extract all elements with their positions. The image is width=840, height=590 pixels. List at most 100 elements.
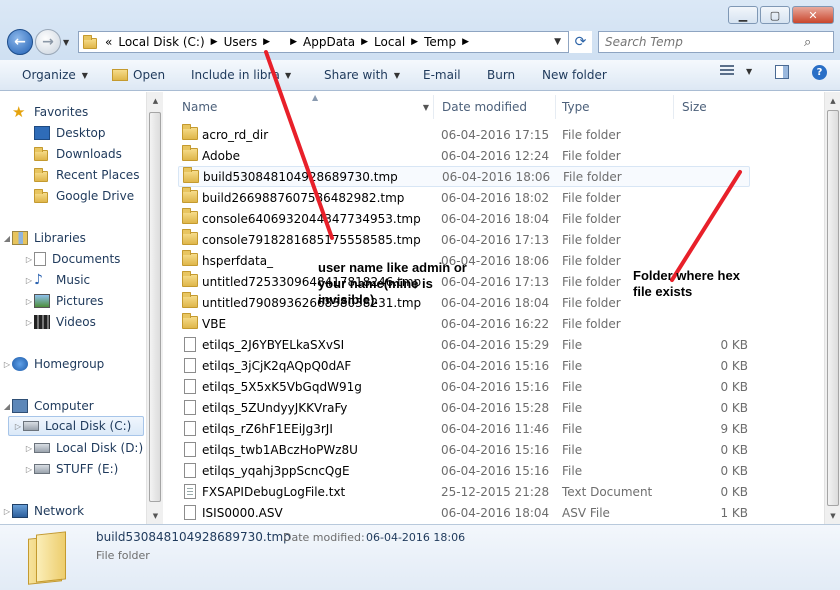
file-row[interactable]: etilqs_5X5xK5VbGqdW91g 06-04-2016 15:16 Fi… bbox=[178, 376, 750, 397]
column-header-name[interactable]: ▲ Name ▼ bbox=[176, 93, 434, 119]
file-type: ASV File bbox=[562, 505, 610, 520]
nav-recent-places[interactable]: Recent Places bbox=[34, 165, 139, 185]
chevron-right-icon[interactable]: ▶ bbox=[462, 37, 469, 47]
navigation-scrollbar[interactable]: ▲ ▼ bbox=[146, 92, 163, 524]
column-header-type[interactable]: Type bbox=[556, 95, 674, 119]
folder-row[interactable]: acro_rd_dir 06-04-2016 17:15 File folder bbox=[178, 124, 750, 145]
nav-libraries[interactable]: ◢ Libraries bbox=[4, 228, 86, 248]
file-row[interactable]: ISIS0000.ASV 06-04-2016 18:04 ASV File 1 KB bbox=[178, 502, 750, 523]
scroll-thumb[interactable] bbox=[149, 112, 161, 502]
organize-button[interactable]: Organize ▼ bbox=[22, 68, 88, 82]
folder-row[interactable]: console7918281685175558585.tmp 06-04-2016… bbox=[178, 229, 750, 250]
chevron-down-icon[interactable]: ▼ bbox=[423, 103, 429, 112]
file-type: File bbox=[562, 421, 583, 436]
scroll-down-icon[interactable]: ▼ bbox=[825, 507, 840, 524]
help-button[interactable]: ? bbox=[812, 65, 827, 80]
scroll-up-icon[interactable]: ▲ bbox=[825, 92, 840, 109]
nav-pictures[interactable]: ▷ Pictures bbox=[24, 291, 104, 311]
nav-favorites[interactable]: ★ Favorites bbox=[12, 102, 88, 122]
preview-pane-button[interactable] bbox=[775, 65, 789, 79]
file-row[interactable]: etilqs_2J6YBYELkaSXvSI 06-04-2016 15:29 Fi… bbox=[178, 334, 750, 355]
chevron-right-icon[interactable]: ▶ bbox=[263, 37, 270, 47]
nav-documents[interactable]: ▷ Documents bbox=[24, 249, 120, 269]
expand-icon[interactable]: ▷ bbox=[24, 297, 34, 306]
nav-computer[interactable]: ◢ Computer bbox=[4, 396, 94, 416]
nav-stuff-e[interactable]: ▷ STUFF (E:) bbox=[24, 459, 118, 479]
folder-row[interactable]: build2669887607586482982.tmp 06-04-2016 1… bbox=[178, 187, 750, 208]
expand-icon[interactable]: ▷ bbox=[24, 465, 34, 474]
burn-button[interactable]: Burn bbox=[487, 68, 515, 82]
breadcrumb-appdata[interactable]: AppData bbox=[303, 35, 355, 49]
file-type: File folder bbox=[562, 295, 621, 310]
expand-icon[interactable]: ▷ bbox=[24, 444, 34, 453]
breadcrumb-users[interactable]: Users bbox=[224, 35, 258, 49]
folder-icon bbox=[24, 529, 70, 585]
collapse-icon[interactable]: ◢ bbox=[2, 402, 12, 411]
file-type: File bbox=[562, 358, 583, 373]
nav-downloads[interactable]: Downloads bbox=[34, 144, 122, 164]
expand-icon[interactable]: ▷ bbox=[24, 276, 34, 285]
breadcrumb-local[interactable]: Local bbox=[374, 35, 405, 49]
folder-row[interactable]: build530848104928689730.tmp 06-04-2016 18… bbox=[178, 166, 750, 187]
file-date-modified: 06-04-2016 17:15 bbox=[441, 127, 550, 142]
maximize-button[interactable]: ▢ bbox=[760, 6, 790, 24]
chevron-right-icon[interactable]: ▶ bbox=[211, 37, 218, 47]
scroll-thumb[interactable] bbox=[827, 110, 839, 506]
breadcrumb-temp[interactable]: Temp bbox=[424, 35, 456, 49]
nav-music[interactable]: ▷ ♪ Music bbox=[24, 270, 90, 290]
search-box[interactable]: ⌕ bbox=[598, 31, 834, 53]
file-row[interactable]: etilqs_3jCjK2qAQpQ0dAF 06-04-2016 15:16 Fi… bbox=[178, 355, 750, 376]
nav-desktop[interactable]: Desktop bbox=[34, 123, 106, 143]
nav-local-disk-d[interactable]: ▷ Local Disk (D:) bbox=[24, 438, 143, 458]
chevron-right-icon[interactable]: ▶ bbox=[361, 37, 368, 47]
nav-google-drive[interactable]: Google Drive bbox=[34, 186, 134, 206]
address-bar[interactable]: « Local Disk (C:) ▶ Users ▶ ▶ AppData ▶ … bbox=[78, 31, 592, 53]
address-history-dropdown[interactable]: ▼ bbox=[554, 37, 561, 47]
breadcrumb-overflow[interactable]: « bbox=[105, 35, 112, 49]
folder-row[interactable]: VBE 06-04-2016 16:22 File folder bbox=[178, 313, 750, 334]
file-row[interactable]: etilqs_rZ6hF1EEiJg3rJI 06-04-2016 11:46 Fi… bbox=[178, 418, 750, 439]
back-button[interactable]: ← bbox=[7, 29, 33, 55]
recent-pages-dropdown[interactable]: ▼ bbox=[63, 38, 69, 47]
file-row[interactable]: etilqs_5ZUndyyJKKVraFy 06-04-2016 15:28 Fi… bbox=[178, 397, 750, 418]
share-with-button[interactable]: Share with ▼ bbox=[324, 68, 400, 82]
file-row[interactable]: etilqs_twb1ABczHoPWz8U 06-04-2016 15:16 Fi… bbox=[178, 439, 750, 460]
expand-icon[interactable]: ▷ bbox=[24, 255, 34, 264]
file-size: 0 KB bbox=[720, 442, 748, 457]
breadcrumb-local-disk-c[interactable]: Local Disk (C:) bbox=[118, 35, 204, 49]
scroll-up-icon[interactable]: ▲ bbox=[147, 92, 164, 109]
expand-icon[interactable]: ▷ bbox=[24, 318, 34, 327]
expand-icon[interactable]: ▷ bbox=[13, 422, 23, 431]
folder-icon bbox=[182, 229, 198, 246]
file-row[interactable]: FXSAPIDebugLogFile.txt 25-12-2015 21:28 Te… bbox=[178, 481, 750, 502]
chevron-right-icon[interactable]: ▶ bbox=[411, 37, 418, 47]
open-button[interactable]: Open bbox=[112, 68, 165, 82]
forward-button[interactable]: → bbox=[35, 29, 61, 55]
change-view-button[interactable]: ▼ bbox=[720, 65, 752, 77]
nav-videos[interactable]: ▷ Videos bbox=[24, 312, 96, 332]
include-in-library-button[interactable]: Include in library ▼ bbox=[191, 68, 291, 82]
refresh-button[interactable]: ⟳ bbox=[568, 31, 592, 53]
close-button[interactable]: ✕ bbox=[792, 6, 834, 24]
search-input[interactable] bbox=[599, 35, 804, 49]
file-name: etilqs_2J6YBYELkaSXvSI bbox=[202, 337, 345, 352]
new-folder-button[interactable]: New folder bbox=[542, 68, 607, 82]
refresh-icon: ⟳ bbox=[574, 34, 587, 50]
minimize-button[interactable]: ▁ bbox=[728, 6, 758, 24]
expand-icon[interactable]: ▷ bbox=[2, 360, 12, 369]
column-header-size[interactable]: Size bbox=[676, 95, 756, 119]
nav-network[interactable]: ▷ Network bbox=[4, 501, 84, 521]
scroll-down-icon[interactable]: ▼ bbox=[147, 507, 164, 524]
collapse-icon[interactable]: ◢ bbox=[2, 234, 12, 243]
email-button[interactable]: E-mail bbox=[423, 68, 461, 82]
chevron-right-icon[interactable]: ▶ bbox=[290, 37, 297, 47]
nav-local-disk-c[interactable]: ▷ Local Disk (C:) bbox=[8, 416, 144, 436]
folder-row[interactable]: Adobe 06-04-2016 12:24 File folder bbox=[178, 145, 750, 166]
file-list-scrollbar[interactable]: ▲ ▼ bbox=[824, 92, 840, 524]
column-header-date-modified[interactable]: Date modified bbox=[436, 95, 556, 119]
expand-icon[interactable]: ▷ bbox=[2, 507, 12, 516]
folder-row[interactable]: console6406932044347734953.tmp 06-04-2016… bbox=[178, 208, 750, 229]
search-icon[interactable]: ⌕ bbox=[804, 35, 811, 50]
nav-homegroup[interactable]: ▷ Homegroup bbox=[4, 354, 104, 374]
file-row[interactable]: etilqs_yqahj3ppScncQgE 06-04-2016 15:16 Fi… bbox=[178, 460, 750, 481]
